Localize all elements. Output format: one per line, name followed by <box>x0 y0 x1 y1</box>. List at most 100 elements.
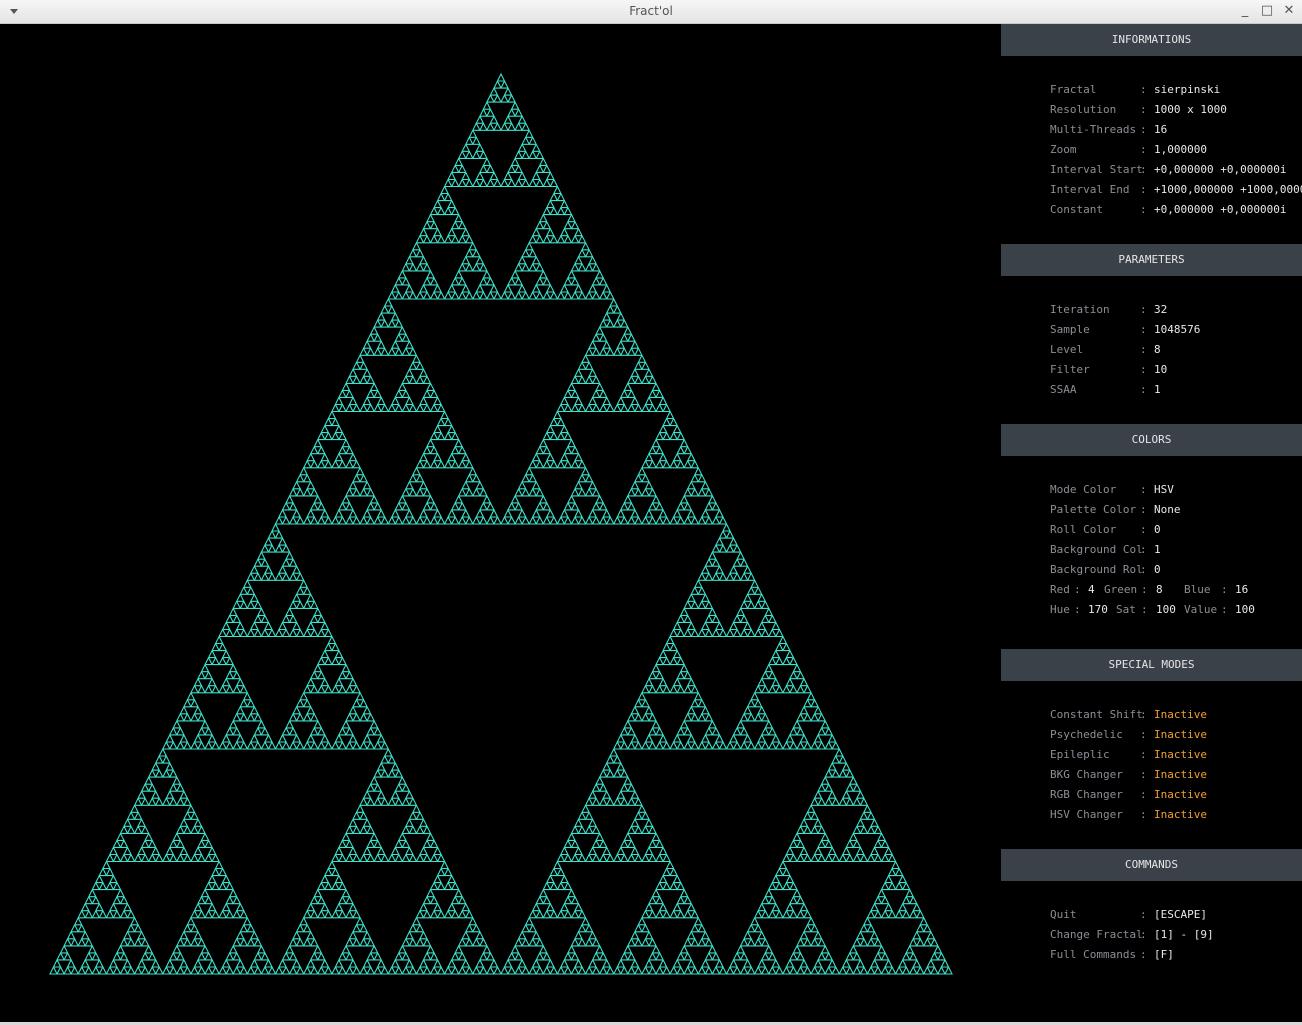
close-icon[interactable]: ✕ <box>1280 2 1298 20</box>
row-key: HSV Changer <box>1050 808 1123 821</box>
info-panel: INFORMATIONS Fractal: sierpinski Resolutio… <box>1001 24 1302 1025</box>
maximize-icon[interactable]: □ <box>1258 2 1276 20</box>
section-header-colors: COLORS <box>1001 424 1302 456</box>
row-value: 32 <box>1154 303 1168 316</box>
row-value: 8 <box>1154 343 1161 356</box>
row-colon: : <box>1140 83 1147 96</box>
row-key: Resolution <box>1050 103 1117 116</box>
row-value: [ESCAPE] <box>1154 908 1207 921</box>
row-colon: : <box>1140 708 1147 721</box>
row-value: Inactive <box>1154 768 1207 781</box>
row-value: None <box>1154 503 1181 516</box>
value-label: Value <box>1184 603 1218 616</box>
row-key: Psychedelic <box>1050 728 1123 741</box>
row-colon: : <box>1140 503 1147 516</box>
row-value: 1,000000 <box>1154 143 1207 156</box>
row-colon: : <box>1140 908 1147 921</box>
row-key: Sample <box>1050 323 1090 336</box>
row-key: Multi-Threads <box>1050 123 1137 136</box>
row-key: Constant <box>1050 203 1103 216</box>
window-title: Fract'ol <box>629 4 673 18</box>
row-colon: : <box>1140 383 1147 396</box>
minimize-icon[interactable]: _ <box>1236 2 1254 20</box>
section-header-special-modes: SPECIAL MODES <box>1001 649 1302 681</box>
hue-label: Hue <box>1050 603 1070 616</box>
row-colon: : <box>1140 323 1147 336</box>
row-colon: : <box>1140 728 1147 741</box>
row-value: sierpinski <box>1154 83 1221 96</box>
row-colon: : <box>1140 183 1147 196</box>
row-key: Interval End <box>1050 183 1130 196</box>
row-value: [F] <box>1154 948 1174 961</box>
blue-colon: : <box>1221 583 1228 596</box>
section-header-parameters: PARAMETERS <box>1001 244 1302 276</box>
row-colon: : <box>1140 303 1147 316</box>
row-key: Interval Start <box>1050 163 1143 176</box>
row-key: Filter <box>1050 363 1090 376</box>
fractal-canvas[interactable] <box>2 24 1000 1022</box>
row-key: Zoom <box>1050 143 1077 156</box>
row-colon: : <box>1140 343 1147 356</box>
row-key: Iteration <box>1050 303 1110 316</box>
row-colon: : <box>1140 123 1147 136</box>
row-key: Background Col <box>1050 543 1143 556</box>
green-colon: : <box>1141 583 1148 596</box>
section-header-informations: INFORMATIONS <box>1001 24 1302 56</box>
row-key: Change Fractal <box>1050 928 1143 941</box>
green-value: 8 <box>1156 583 1163 596</box>
row-key: Fractal <box>1050 83 1097 96</box>
row-key: SSAA <box>1050 383 1077 396</box>
window-titlebar: Fract'ol _ □ ✕ <box>0 0 1302 24</box>
red-colon: : <box>1074 583 1081 596</box>
row-value: HSV <box>1154 483 1174 496</box>
row-key: Constant Shift <box>1050 708 1143 721</box>
row-value: Inactive <box>1154 748 1207 761</box>
row-key: Palette Color <box>1050 503 1137 516</box>
row-colon: : <box>1140 363 1147 376</box>
sat-value: 100 <box>1156 603 1176 616</box>
row-colon: : <box>1140 523 1147 536</box>
blue-value: 16 <box>1235 583 1249 596</box>
sierpinski-path <box>49 72 953 975</box>
row-key: Epileplic <box>1050 748 1110 761</box>
green-label: Green <box>1104 583 1138 596</box>
row-colon: : <box>1140 143 1147 156</box>
row-value: Inactive <box>1154 708 1207 721</box>
value-colon: : <box>1221 603 1228 616</box>
row-value: +1000,000000 +1000,000000i <box>1154 183 1302 196</box>
row-key: Level <box>1050 343 1084 356</box>
row-key: Full Commands <box>1050 948 1137 961</box>
row-value: +0,000000 +0,000000i <box>1154 163 1287 176</box>
row-key: Mode Color <box>1050 483 1117 496</box>
row-value: 0 <box>1154 563 1161 576</box>
row-value: 1000 x 1000 <box>1154 103 1227 116</box>
row-value: [1] - [9] <box>1154 928 1214 941</box>
row-colon: : <box>1140 948 1147 961</box>
row-colon: : <box>1140 203 1147 216</box>
row-value: +0,000000 +0,000000i <box>1154 203 1287 216</box>
row-value: 16 <box>1154 123 1168 136</box>
row-key: BKG Changer <box>1050 768 1123 781</box>
row-value: 0 <box>1154 523 1161 536</box>
row-value: 1048576 <box>1154 323 1201 336</box>
row-value: Inactive <box>1154 728 1207 741</box>
row-colon: : <box>1140 768 1147 781</box>
blue-label: Blue <box>1184 583 1211 596</box>
row-colon: : <box>1140 563 1147 576</box>
row-colon: : <box>1140 748 1147 761</box>
row-key: Quit <box>1050 908 1077 921</box>
row-value: 10 <box>1154 363 1168 376</box>
row-colon: : <box>1140 788 1147 801</box>
row-colon: : <box>1140 928 1147 941</box>
row-key: Background Rol <box>1050 563 1143 576</box>
sierpinski-fractal <box>49 72 953 975</box>
row-colon: : <box>1140 163 1147 176</box>
red-label: Red <box>1050 583 1070 596</box>
row-key: RGB Changer <box>1050 788 1123 801</box>
row-colon: : <box>1140 103 1147 116</box>
hue-colon: : <box>1074 603 1081 616</box>
row-colon: : <box>1140 808 1147 821</box>
value-value: 100 <box>1235 603 1255 616</box>
row-value: 1 <box>1154 543 1161 556</box>
section-header-commands: COMMANDS <box>1001 849 1302 881</box>
